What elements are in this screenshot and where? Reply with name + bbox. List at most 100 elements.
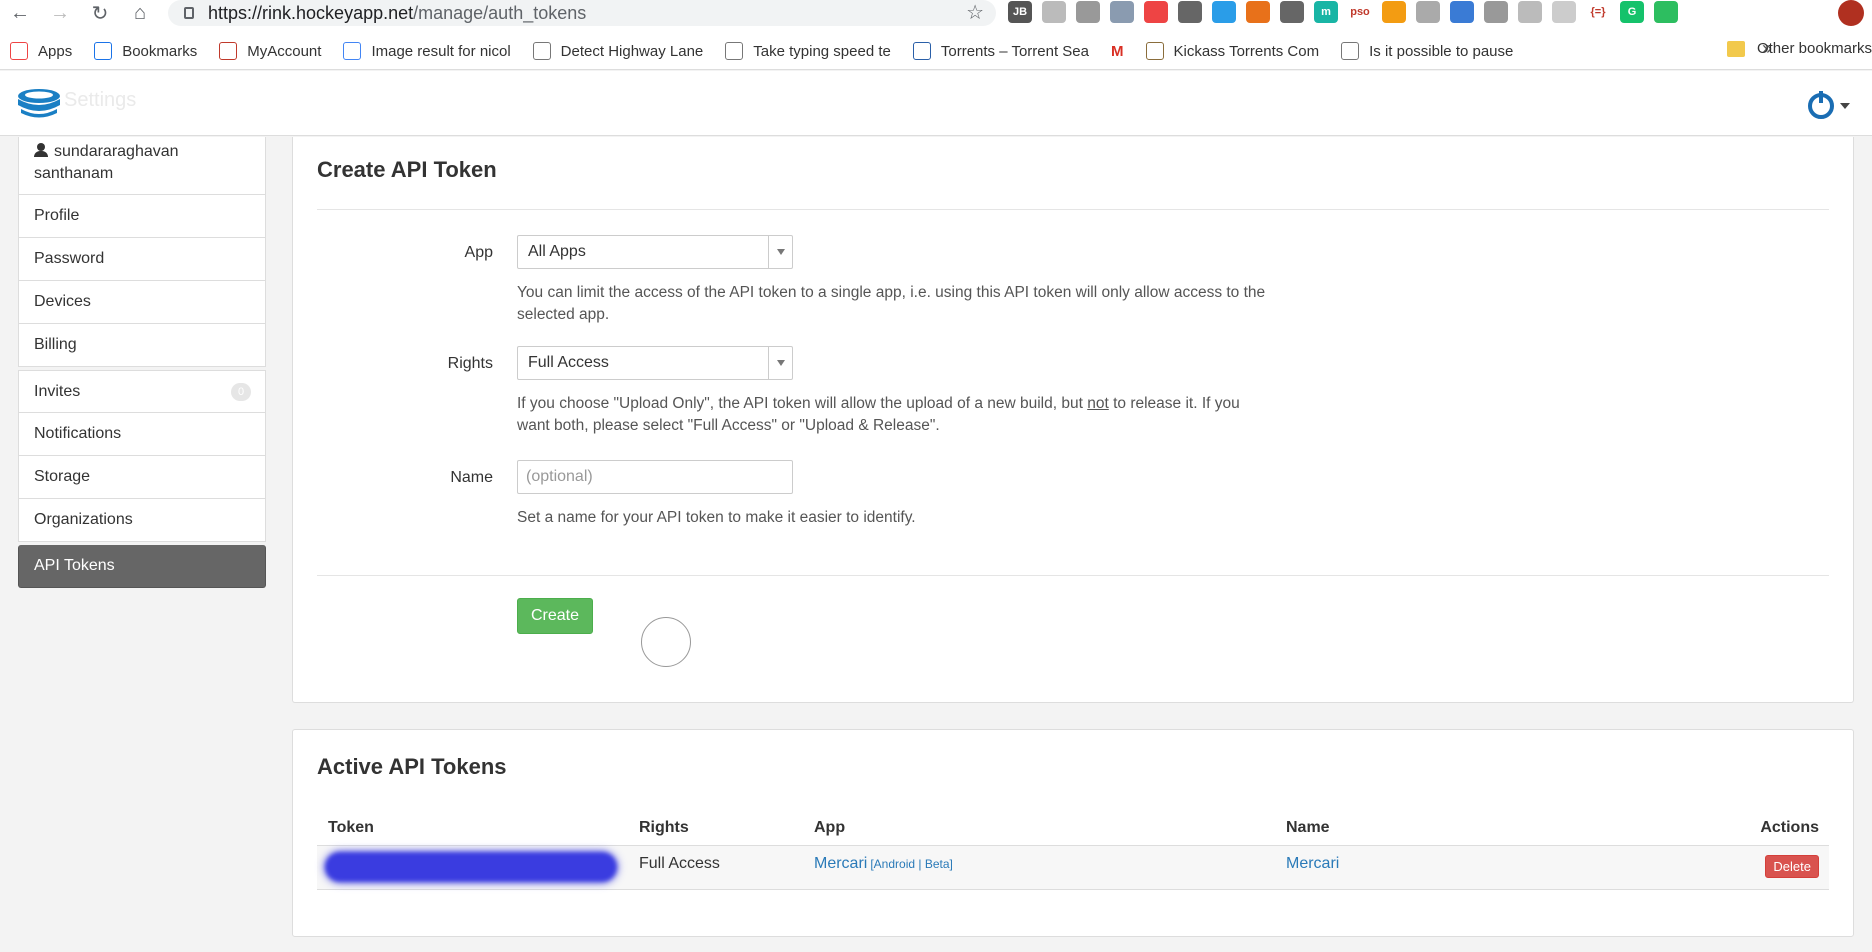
site-icon (532, 42, 551, 60)
bookmark-item[interactable]: MyAccount (219, 42, 321, 60)
rights-select[interactable]: Full Access (517, 346, 793, 380)
site-icon (1341, 42, 1360, 60)
table-header: Token Rights App Name Actions (317, 810, 1829, 846)
app-select-value: All Apps (528, 243, 586, 260)
bookmark-item[interactable]: Is it possible to pause (1341, 42, 1513, 60)
sidebar-item-profile[interactable]: Profile (18, 195, 266, 238)
token-app-link[interactable]: Mercari (814, 855, 867, 872)
create-token-title: Create API Token (317, 157, 497, 182)
bookmark-item[interactable]: Image result for nicol (343, 42, 511, 60)
extension-icon[interactable] (1552, 1, 1576, 23)
url-path: /manage/auth_tokens (413, 2, 587, 23)
star-icon (94, 42, 113, 60)
bookmark-item[interactable]: Apps (10, 42, 72, 60)
click-indicator (641, 617, 691, 667)
bookmark-label: Take typing speed te (753, 42, 891, 60)
extension-icon[interactable] (1178, 1, 1202, 23)
extension-icon[interactable] (1246, 1, 1270, 23)
sidebar-item-api-tokens[interactable]: API Tokens (18, 545, 266, 588)
name-input[interactable] (517, 460, 793, 494)
col-app: App (814, 819, 846, 836)
kat-icon (1145, 42, 1164, 60)
extension-icon[interactable] (1416, 1, 1440, 23)
active-tokens-panel: Active API Tokens Token Rights App Name … (292, 729, 1854, 937)
forward-icon[interactable]: → (40, 1, 80, 25)
create-button[interactable]: Create (517, 598, 593, 634)
name-label: Name (450, 469, 493, 486)
address-bar[interactable]: https://rink.hockeyapp.net/manage/auth_t… (168, 0, 996, 26)
extension-icon[interactable] (1212, 1, 1236, 23)
extension-icon[interactable] (1518, 1, 1542, 23)
sidebar-item-organizations[interactable]: Organizations (18, 499, 266, 542)
bookmark-label: MyAccount (247, 42, 322, 60)
chevron-down-icon[interactable] (1840, 103, 1850, 109)
sidebar-item-label: Profile (34, 207, 80, 224)
extension-icon[interactable] (1654, 1, 1678, 23)
sidebar-item-label: API Tokens (34, 557, 115, 574)
sidebar-item-storage[interactable]: Storage (18, 456, 266, 499)
sidebar-item-devices[interactable]: Devices (18, 281, 266, 324)
token-name-link[interactable]: Mercari (1286, 855, 1339, 873)
bookmark-item[interactable]: Bookmarks (94, 42, 197, 60)
url-host: https://rink.hockeyapp.net (208, 2, 414, 23)
select-arrow-icon (768, 347, 792, 379)
sidebar-item-invites[interactable]: Invites 0 (18, 370, 266, 413)
home-icon[interactable]: ⌂ (120, 1, 160, 25)
extension-icon[interactable]: {=} (1586, 1, 1610, 23)
extension-icon[interactable] (1280, 1, 1304, 23)
bookmark-item[interactable]: M (1111, 42, 1124, 60)
hockeyapp-logo-icon[interactable] (16, 87, 62, 121)
token-app-tags[interactable]: [Android | Beta] (870, 857, 953, 871)
tokens-table: Token Rights App Name Actions Full Acces… (317, 810, 1829, 890)
sidebar-group-account: Profile Password Devices Billing (18, 195, 266, 367)
sidebar-item-label: Password (34, 250, 105, 267)
bookmark-item[interactable]: Kickass Torrents Com (1145, 42, 1319, 60)
extension-icon[interactable]: G (1620, 1, 1644, 23)
extension-icon[interactable] (1144, 1, 1168, 23)
bookmark-star-icon[interactable]: ☆ (966, 0, 984, 25)
app-select[interactable]: All Apps (517, 235, 793, 269)
reload-icon[interactable]: ↻ (80, 1, 120, 25)
col-actions: Actions (1760, 819, 1819, 836)
select-arrow-icon (768, 236, 792, 268)
folder-icon (1726, 40, 1745, 57)
lock-icon (184, 7, 194, 19)
back-icon[interactable]: ← (0, 1, 40, 25)
bookmark-label: M (1111, 42, 1124, 60)
extension-icon[interactable] (1076, 1, 1100, 23)
bookmark-item[interactable]: Detect Highway Lane (532, 42, 704, 60)
delete-button[interactable]: Delete (1765, 855, 1819, 878)
sidebar-item-password[interactable]: Password (18, 238, 266, 281)
redacted-token[interactable] (325, 852, 617, 882)
power-icon[interactable] (1808, 91, 1834, 119)
app-help-text: You can limit the access of the API toke… (517, 284, 1266, 323)
rights-help-text: If you choose "Upload Only", the API tok… (517, 393, 1267, 437)
google-icon (343, 42, 362, 60)
bookmark-item[interactable]: Torrents – Torrent Sea (912, 42, 1089, 60)
token-rights: Full Access (639, 855, 720, 872)
divider (317, 575, 1829, 576)
extension-icon[interactable] (1450, 1, 1474, 23)
bookmark-label: Image result for nicol (371, 42, 511, 60)
other-bookmarks[interactable]: Other bookmarks (1726, 40, 1872, 57)
app-header: Settings (0, 71, 1872, 136)
sidebar-item-billing[interactable]: Billing (18, 324, 266, 367)
extension-icon[interactable]: m (1314, 1, 1338, 23)
site-icon (725, 42, 744, 60)
extension-icon[interactable] (1484, 1, 1508, 23)
act-logo-icon (219, 42, 238, 60)
extension-icon[interactable] (1042, 1, 1066, 23)
bookmark-label: Detect Highway Lane (560, 42, 704, 60)
profile-avatar[interactable] (1838, 0, 1864, 26)
bookmark-item[interactable]: Take typing speed te (725, 42, 891, 60)
divider (317, 209, 1829, 210)
browser-toolbar: ← → ↻ ⌂ https://rink.hockeyapp.net/manag… (0, 0, 1872, 26)
extension-icon[interactable]: pso (1348, 1, 1372, 23)
rights-label: Rights (447, 355, 493, 372)
extension-icon[interactable] (1110, 1, 1134, 23)
user-icon (34, 143, 48, 157)
extension-icon[interactable] (1382, 1, 1406, 23)
sidebar-item-notifications[interactable]: Notifications (18, 413, 266, 456)
extension-icon[interactable]: JB (1008, 1, 1032, 23)
torrent-icon (912, 42, 931, 60)
